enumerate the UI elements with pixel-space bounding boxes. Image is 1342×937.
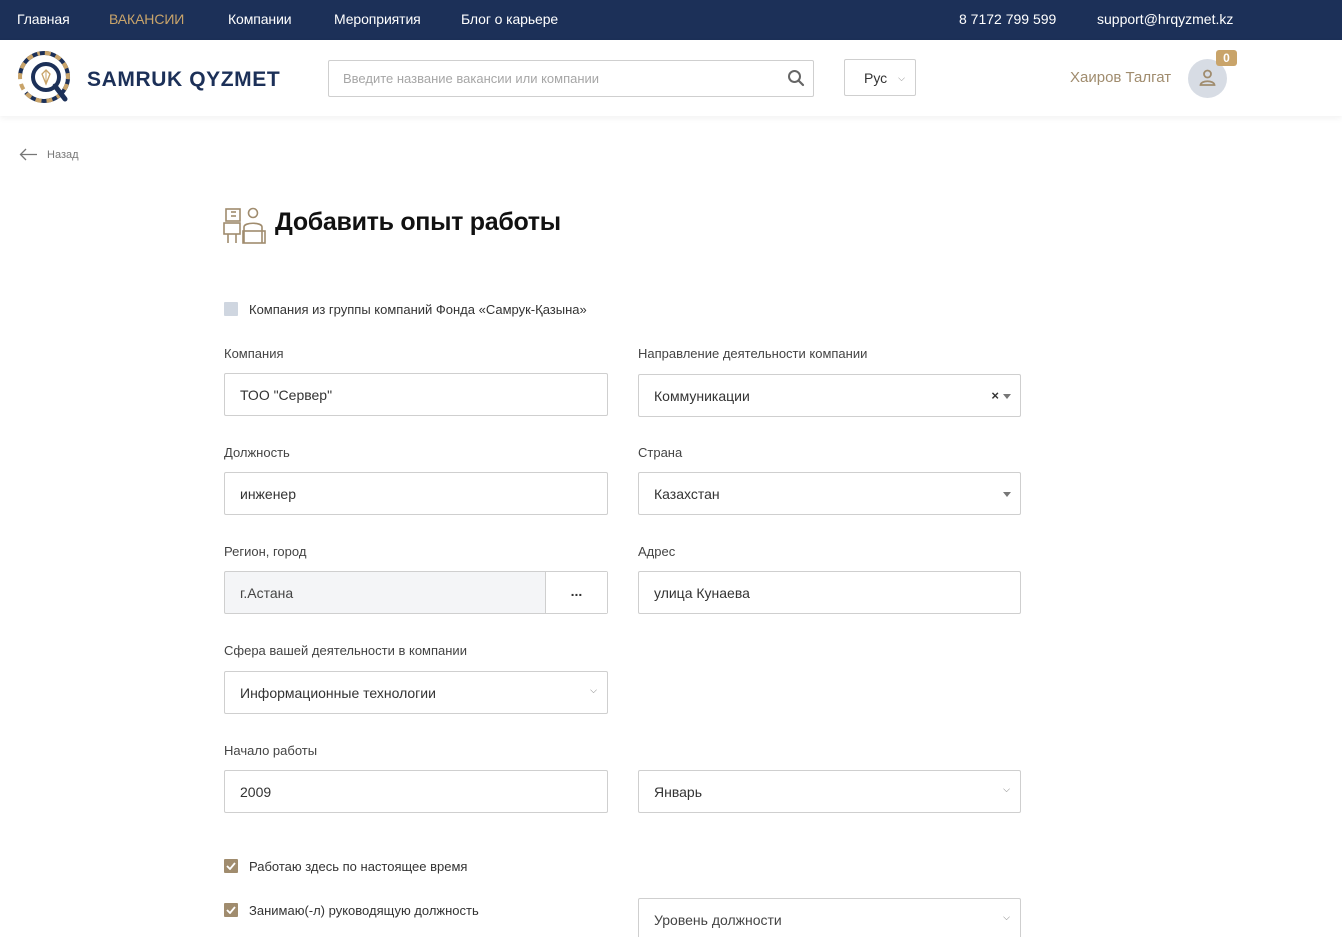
region-picker-button[interactable]: ... [545,572,607,613]
search-box [328,60,814,97]
notifications-badge[interactable]: 0 [1216,50,1237,66]
region-field[interactable]: г.Астана ... [224,571,608,614]
nav-link-home[interactable]: Главная [17,11,70,27]
start-year-field[interactable]: 2009 [224,770,608,813]
direction-label: Направление деятельности компании [638,346,868,361]
region-label: Регион, город [224,544,307,559]
group-company-checkbox-label[interactable]: Компания из группы компаний Фонда «Самру… [249,302,587,317]
start-label: Начало работы [224,743,318,758]
position-label: Должность [224,445,290,460]
country-select[interactable]: Казахстан [638,472,1021,515]
chevron-down-icon[interactable]: ⌵ [1003,912,1010,923]
sphere-value: Информационные технологии [240,685,436,701]
user-name[interactable]: Хаиров Талгат [1070,69,1171,86]
sphere-label: Сфера вашей деятельности в компании [224,643,467,658]
nav-link-companies[interactable]: Компании [228,11,292,27]
direction-value: Коммуникации [654,388,750,404]
support-email[interactable]: support@hrqyzmet.kz [1097,11,1233,27]
phone-number[interactable]: 8 7172 799 599 [959,11,1056,27]
samruk-logo-icon[interactable] [17,49,75,107]
check-icon [226,862,236,870]
start-month-select[interactable]: Январь ⌵ [638,770,1021,813]
site-header: SAMRUK QYZMET Рус ⌵ Хаиров Талгат 0 [0,40,1342,116]
page-title: Добавить опыт работы [275,208,561,236]
nav-link-events[interactable]: Мероприятия [334,11,421,27]
logo-text[interactable]: SAMRUK QYZMET [87,68,280,92]
chevron-down-icon: ⌵ [898,73,905,83]
manager-checkbox[interactable] [224,903,238,917]
address-label: Адрес [638,544,676,559]
current-job-checkbox-label[interactable]: Работаю здесь по настоящее время [249,859,467,874]
chevron-down-icon[interactable]: ⌵ [590,685,597,696]
top-nav-bar: Главная ВАКАНСИИ Компании Мероприятия Бл… [0,0,1342,40]
caret-down-icon[interactable] [1003,394,1011,399]
caret-down-icon[interactable] [1003,492,1011,497]
address-field[interactable]: улица Кунаева [638,571,1021,614]
company-value: ТОО "Сервер" [240,387,333,403]
search-input[interactable] [329,61,769,96]
language-select[interactable]: Рус ⌵ [844,59,916,96]
company-label: Компания [224,346,284,361]
country-label: Страна [638,445,683,460]
clear-icon[interactable]: × [991,388,999,403]
chevron-down-icon[interactable]: ⌵ [1003,784,1010,795]
position-value: инженер [240,486,297,502]
position-level-select[interactable]: Уровень должности ⌵ [638,898,1021,937]
company-field[interactable]: ТОО "Сервер" [224,373,608,416]
current-job-checkbox[interactable] [224,859,238,873]
search-icon[interactable] [787,69,805,87]
address-value: улица Кунаева [654,585,750,601]
manager-checkbox-label[interactable]: Занимаю(-л) руководящую должность [249,903,479,918]
sphere-select[interactable]: Информационные технологии ⌵ [224,671,608,714]
start-year-value: 2009 [240,784,272,800]
group-company-checkbox[interactable] [224,302,238,316]
position-field[interactable]: инженер [224,472,608,515]
nav-link-vacancies[interactable]: ВАКАНСИИ [109,11,184,27]
region-value: г.Астана [240,585,294,601]
start-month-value: Январь [654,784,702,800]
work-experience-icon [223,207,266,244]
user-icon [1199,69,1216,86]
language-label: Рус [864,70,888,86]
back-label: Назад [47,149,79,161]
check-icon [226,906,236,914]
position-level-placeholder: Уровень должности [654,912,782,928]
arrow-left-icon [19,148,37,161]
country-value: Казахстан [654,486,720,502]
direction-select[interactable]: Коммуникации × [638,374,1021,417]
nav-link-career-blog[interactable]: Блог о карьере [461,11,558,27]
